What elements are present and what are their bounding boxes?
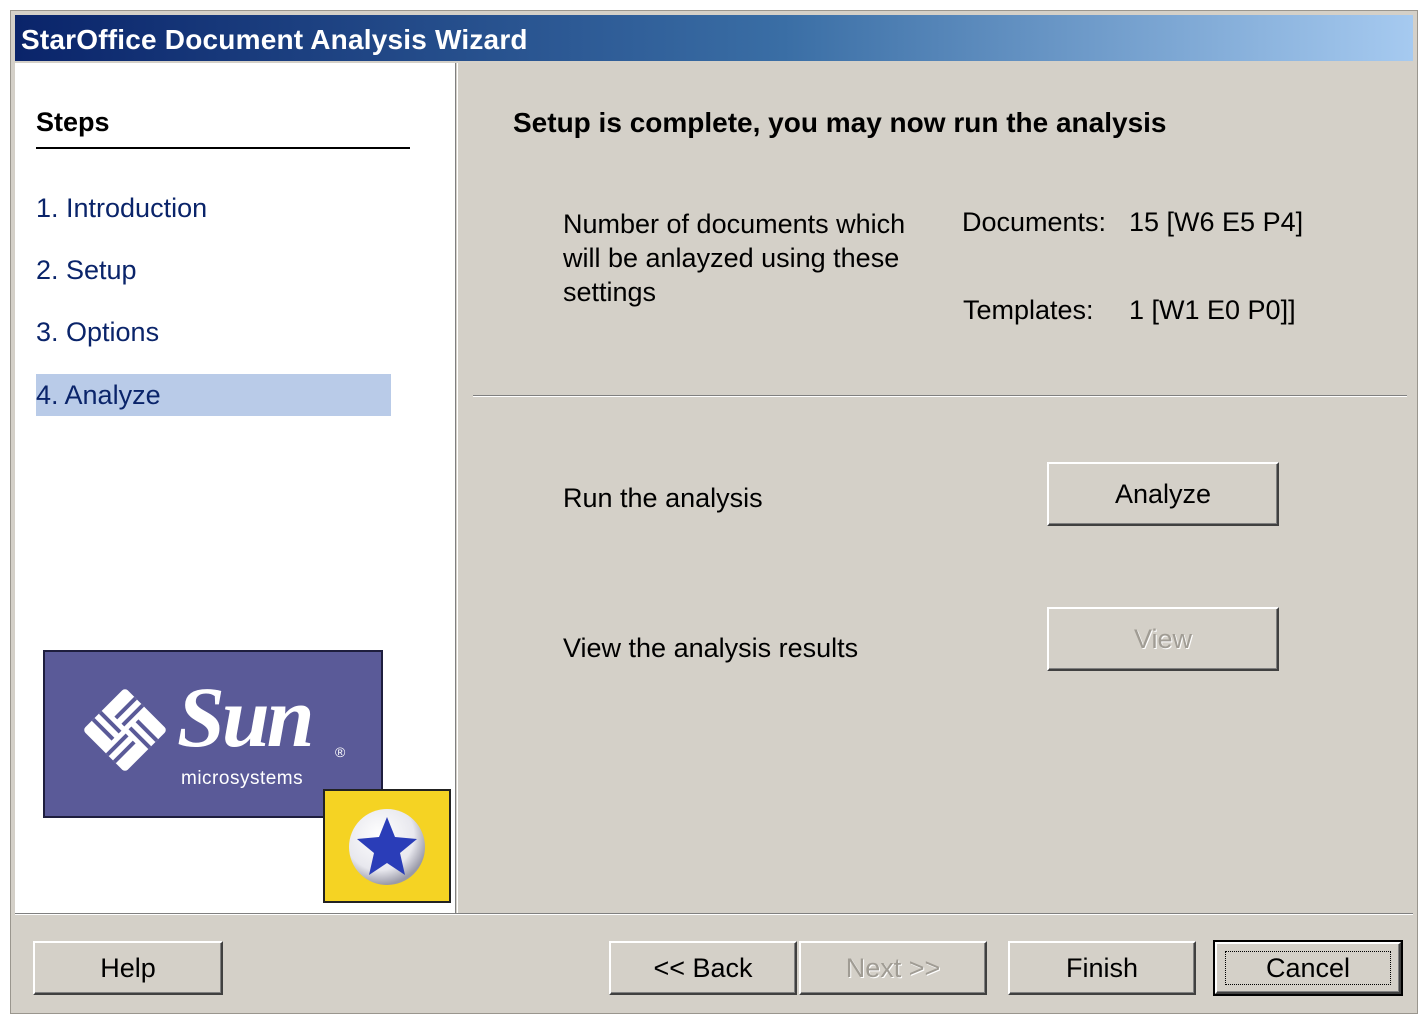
sidebar-separator <box>455 63 458 913</box>
next-button[interactable]: Next >> <box>799 941 987 995</box>
steps-sidebar: Steps 1. Introduction 2. Setup 3. Option… <box>15 63 455 913</box>
templates-label: Templates: <box>963 295 1094 325</box>
registered-mark: ® <box>335 744 346 760</box>
window-title: StarOffice Document Analysis Wizard <box>21 24 528 55</box>
help-button[interactable]: Help <box>33 941 223 995</box>
step-introduction[interactable]: 1. Introduction <box>36 187 391 229</box>
step-setup[interactable]: 2. Setup <box>36 249 391 291</box>
sun-wordmark: Sun <box>177 669 314 765</box>
steps-underline <box>36 147 410 149</box>
templates-value: 1 [W1 E0 P0]] <box>1129 295 1296 325</box>
page-heading: Setup is complete, you may now run the a… <box>513 107 1167 138</box>
cancel-button[interactable]: Cancel <box>1213 940 1403 996</box>
run-analysis-label: Run the analysis <box>563 483 763 513</box>
wizard-window: StarOffice Document Analysis Wizard Step… <box>10 10 1418 1014</box>
footer-separator <box>15 913 1413 915</box>
sun-emblem-icon <box>84 689 166 771</box>
document-count-description: Number of documents which will be anlayz… <box>563 209 906 307</box>
cancel-focus-ring <box>1225 951 1391 985</box>
microsystems-text: microsystems <box>181 768 304 789</box>
title-bar[interactable]: StarOffice Document Analysis Wizard <box>15 15 1413 61</box>
staroffice-badge <box>323 789 451 903</box>
documents-value: 15 [W6 E5 P4] <box>1129 207 1304 237</box>
view-results-label: View the analysis results <box>563 633 859 663</box>
content-separator <box>473 395 1407 397</box>
analyze-button[interactable]: Analyze <box>1047 462 1279 526</box>
step-options[interactable]: 3. Options <box>36 311 391 353</box>
finish-button[interactable]: Finish <box>1008 941 1196 995</box>
step-analyze[interactable]: 4. Analyze <box>36 374 391 416</box>
steps-heading: Steps <box>36 107 110 137</box>
back-button[interactable]: << Back <box>609 941 797 995</box>
documents-label: Documents: <box>962 207 1107 237</box>
staroffice-star-icon <box>349 809 425 885</box>
view-button[interactable]: View <box>1047 607 1279 671</box>
